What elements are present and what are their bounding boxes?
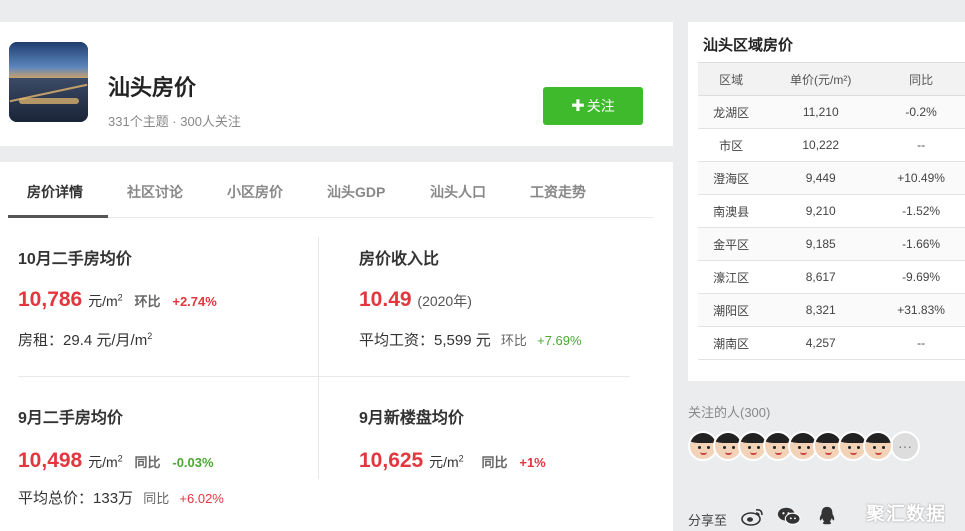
- tab-price-details[interactable]: 房价详情: [27, 182, 83, 202]
- region-price: 10,222: [764, 128, 878, 162]
- table-row: 澄海区 9,449 +10.49%: [698, 161, 965, 195]
- tab-bar: 房价详情 社区讨论 小区房价 汕头GDP 汕头人口 工资走势: [8, 162, 653, 218]
- topic-thumbnail-image: [9, 42, 88, 122]
- wage-change: +7.69%: [537, 333, 582, 348]
- col-price: 单价(元/m²): [764, 62, 878, 96]
- region-name: 金平区: [698, 227, 765, 261]
- col-change: 同比: [877, 62, 965, 96]
- table-row: 濠江区 8,617 -9.69%: [698, 260, 965, 294]
- stats-horizontal-divider: [18, 376, 630, 377]
- average-wage-line: 平均工资：5,599 元 环比 +7.69%: [359, 332, 582, 349]
- oct-resale-title: 10月二手房均价: [18, 251, 132, 268]
- weibo-icon[interactable]: [741, 505, 765, 527]
- sep-resale-price: 10,498 元/m2 同比 -0.03%: [18, 449, 214, 472]
- oct-resale-change: +2.74%: [172, 294, 217, 309]
- table-row: 市区 10,222 --: [698, 128, 965, 162]
- sep-resale-change: -0.03%: [172, 455, 214, 470]
- region-price: 8,321: [764, 293, 878, 327]
- region-price: 11,210: [764, 95, 878, 129]
- sep-resale-title: 9月二手房均价: [18, 410, 123, 427]
- follow-label: 关注: [586, 98, 615, 114]
- table-row: 潮阳区 8,321 +31.83%: [698, 293, 965, 327]
- tab-community[interactable]: 社区讨论: [127, 182, 183, 202]
- tab-estate-prices[interactable]: 小区房价: [227, 182, 283, 202]
- oct-resale-price: 10,786 元/m2 环比 +2.74%: [18, 288, 217, 311]
- region-name: 市区: [698, 128, 765, 162]
- topic-title: 汕头房价: [108, 75, 197, 100]
- watermark-text: 聚汇数据: [866, 504, 947, 525]
- price-income-title: 房价收入比: [359, 251, 440, 268]
- col-region: 区域: [698, 62, 765, 96]
- topic-header-card: 汕头房价 331个主题 · 300人关注 ✚ 关注: [0, 22, 673, 146]
- price-income-value: 10.49 (2020年): [359, 288, 472, 311]
- region-change: --: [877, 128, 965, 162]
- table-row: 金平区 9,185 -1.66%: [698, 227, 965, 261]
- stats-vertical-divider: [318, 237, 319, 479]
- region-title: 汕头区域房价: [703, 37, 794, 54]
- region-name: 濠江区: [698, 260, 765, 294]
- region-name: 龙湖区: [698, 95, 765, 129]
- more-followers-button[interactable]: ···: [890, 431, 920, 461]
- region-change: -0.2%: [877, 95, 965, 129]
- region-name: 潮阳区: [698, 293, 765, 327]
- share-label: 分享至: [688, 513, 728, 528]
- region-change: -1.52%: [877, 194, 965, 228]
- table-header-row: 区域 单价(元/m²) 同比: [698, 62, 965, 96]
- table-row: 龙湖区 11,210 -0.2%: [698, 95, 965, 129]
- region-name: 澄海区: [698, 161, 765, 195]
- region-change: +10.49%: [877, 161, 965, 195]
- plus-icon: ✚: [571, 98, 585, 115]
- topic-meta: 331个主题 · 300人关注: [108, 114, 241, 129]
- region-price-table: 区域 单价(元/m²) 同比 龙湖区 11,210 -0.2% 市区 10,222 -- 澄…: [698, 62, 965, 360]
- total-price-change: +6.02%: [179, 491, 224, 506]
- table-row: 南澳县 9,210 -1.52%: [698, 194, 965, 228]
- avatar[interactable]: [863, 431, 893, 461]
- region-price: 8,617: [764, 260, 878, 294]
- region-price: 9,210: [764, 194, 878, 228]
- region-change: -1.66%: [877, 227, 965, 261]
- followers-label: 关注的人(300): [688, 405, 771, 420]
- tab-wage-trend[interactable]: 工资走势: [530, 182, 586, 202]
- region-name: 潮南区: [698, 326, 765, 360]
- region-change: +31.83%: [877, 293, 965, 327]
- region-price-card: 汕头区域房价 区域 单价(元/m²) 同比 龙湖区 11,210 -0.2% 市区 10…: [688, 22, 965, 381]
- active-tab-indicator: [8, 215, 108, 218]
- average-total-price-line: 平均总价：133万 同比 +6.02%: [18, 490, 224, 507]
- sep-new-title: 9月新楼盘均价: [359, 410, 464, 427]
- region-name: 南澳县: [698, 194, 765, 228]
- wechat-icon[interactable]: [777, 505, 801, 527]
- tab-population[interactable]: 汕头人口: [430, 182, 486, 202]
- qq-icon[interactable]: [815, 505, 839, 527]
- follow-button[interactable]: ✚ 关注: [543, 87, 643, 125]
- tab-gdp[interactable]: 汕头GDP: [327, 182, 385, 202]
- follower-avatars: ···: [688, 431, 920, 461]
- region-change: --: [877, 326, 965, 360]
- region-price: 9,449: [764, 161, 878, 195]
- table-row: 潮南区 4,257 --: [698, 326, 965, 360]
- oct-rent-line: 房租：29.4 元/月/m2: [18, 331, 153, 349]
- sep-new-price: 10,625 元/m2 同比 +1%: [359, 449, 546, 472]
- sep-new-change: +1%: [519, 455, 546, 470]
- region-change: -9.69%: [877, 260, 965, 294]
- region-price: 4,257: [764, 326, 878, 360]
- region-price: 9,185: [764, 227, 878, 261]
